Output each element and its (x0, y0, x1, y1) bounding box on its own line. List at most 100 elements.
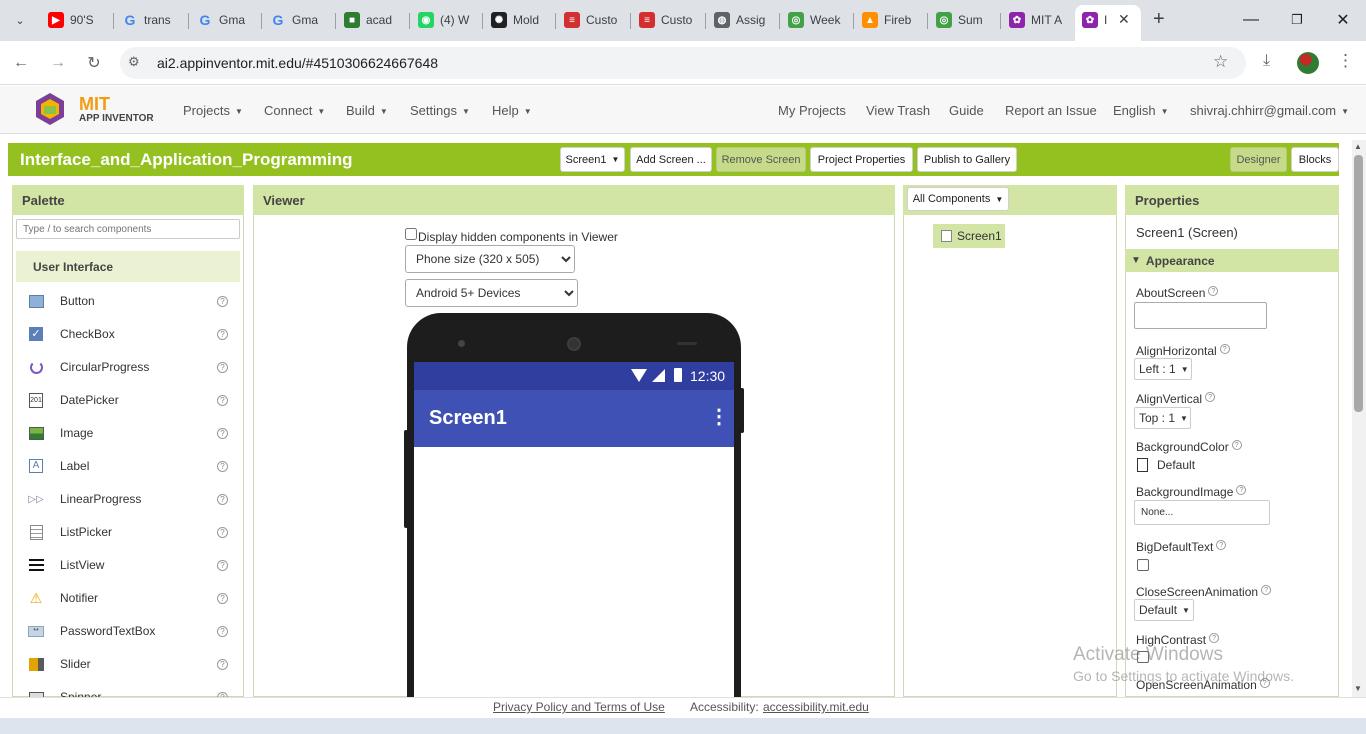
help-icon[interactable]: ? (1236, 485, 1247, 495)
close-screen-animation-label: CloseScreenAnimation? (1136, 585, 1272, 599)
palette-item-button[interactable]: Button? (28, 290, 228, 312)
appearance-section-header[interactable]: ▼ Appearance (1125, 249, 1339, 272)
prop-label-text: CloseScreenAnimation (1136, 585, 1259, 599)
help-icon[interactable]: ? (217, 328, 228, 340)
palette-item-label: CircularProgress (60, 360, 150, 374)
wifi-icon (631, 369, 647, 382)
password-textbox-icon: ** (28, 623, 44, 639)
accessibility-link[interactable]: accessibility.mit.edu (763, 700, 869, 714)
display-hidden-checkbox[interactable] (405, 228, 417, 240)
palette-item-circularprogress[interactable]: CircularProgress? (28, 356, 228, 378)
help-icon[interactable]: ? (217, 592, 228, 604)
caret-down-icon: ▼ (1180, 413, 1188, 423)
help-icon[interactable]: ? (217, 295, 228, 307)
datepicker-icon: 201 (28, 392, 44, 408)
align-vertical-dropdown[interactable]: Top : 1 ▼ (1134, 407, 1191, 429)
palette-item-label: PasswordTextBox (60, 624, 156, 638)
palette-item-datepicker[interactable]: 201 DatePicker? (28, 389, 228, 411)
collapse-triangle-icon: ▼ (1131, 255, 1141, 266)
help-icon[interactable]: ? (1219, 344, 1230, 354)
align-horizontal-label: AlignHorizontal? (1136, 344, 1230, 358)
palette-item-label: Label (60, 459, 90, 473)
help-icon[interactable]: ? (217, 427, 228, 439)
palette-item-image[interactable]: Image? (28, 422, 228, 444)
signal-icon (652, 369, 665, 382)
page-scrollbar-thumb[interactable] (1354, 155, 1363, 412)
palette-item-checkbox[interactable]: ✓ CheckBox? (28, 323, 228, 345)
background-color-swatch[interactable] (1137, 458, 1148, 472)
phone-screen-title: Screen1 (429, 407, 507, 429)
help-icon[interactable]: ? (1208, 286, 1219, 296)
help-icon[interactable]: ? (1216, 540, 1227, 550)
appinventor-icon: ✿ (1082, 12, 1098, 28)
label-icon: A (28, 458, 44, 474)
phone-speaker-icon (567, 337, 581, 351)
big-default-text-checkbox[interactable] (1137, 559, 1149, 571)
palette-item-label: ListPicker (60, 525, 113, 539)
tab-title: I (1104, 13, 1108, 27)
checkbox-icon: ✓ (28, 326, 44, 342)
help-icon[interactable]: ? (217, 526, 228, 538)
phone-status-bar (414, 362, 734, 390)
listview-icon (28, 557, 44, 573)
palette-item-label: Spinner (60, 690, 102, 697)
help-icon[interactable]: ? (217, 625, 228, 637)
big-default-text-label: BigDefaultText? (1136, 540, 1227, 554)
help-icon[interactable]: ? (217, 460, 228, 472)
palette-item-listpicker[interactable]: ListPicker? (28, 521, 228, 543)
battery-icon (674, 368, 682, 382)
scroll-up-arrow-icon[interactable]: ▲ (1354, 142, 1362, 151)
palette-item-notifier[interactable]: ⚠ Notifier? (28, 587, 228, 609)
prop-label-text: AlignHorizontal (1136, 344, 1217, 358)
help-icon[interactable]: ? (1231, 440, 1242, 450)
align-horizontal-dropdown[interactable]: Left : 1 ▼ (1134, 358, 1192, 380)
dropdown-label: All Components (912, 193, 991, 205)
privacy-policy-link[interactable]: Privacy Policy and Terms of Use (493, 700, 665, 714)
caret-down-icon: ▼ (1180, 364, 1189, 374)
palette-item-spinner[interactable]: Spinner? (28, 686, 228, 697)
background-color-value[interactable]: Default (1157, 458, 1195, 472)
component-tree-label: Screen1 (957, 229, 1002, 243)
help-icon[interactable]: ? (217, 493, 228, 505)
phone-clock: 12:30 (690, 368, 726, 384)
palette-item-label[interactable]: A Label? (28, 455, 228, 477)
about-screen-textarea[interactable] (1134, 302, 1267, 329)
palette-item-slider[interactable]: Slider? (28, 653, 228, 675)
palette-item-label: LinearProgress (60, 492, 142, 506)
components-panel (903, 185, 1117, 697)
help-icon[interactable]: ? (1205, 392, 1216, 402)
background-color-label: BackgroundColor? (1136, 440, 1242, 454)
help-icon[interactable]: ? (1261, 585, 1272, 595)
notifier-icon: ⚠ (29, 589, 43, 606)
palette-item-passwordtextbox[interactable]: ** PasswordTextBox? (28, 620, 228, 642)
phone-size-select[interactable]: Phone size (320 x 505) (405, 245, 575, 273)
align-vertical-label: AlignVertical? (1136, 392, 1216, 406)
palette-item-listview[interactable]: ListView? (28, 554, 228, 576)
accessibility-label: Accessibility: (690, 700, 759, 714)
screen-icon (941, 230, 952, 242)
component-tree-screen1[interactable]: Screen1 (933, 224, 1005, 248)
background-image-label: BackgroundImage? (1136, 485, 1247, 499)
browser-tab[interactable]: ✿ I (1082, 9, 1110, 31)
help-icon[interactable]: ? (217, 559, 228, 571)
help-icon[interactable]: ? (217, 361, 228, 373)
display-hidden-label: Display hidden components in Viewer (418, 230, 618, 244)
dropdown-value: Top : 1 (1139, 411, 1176, 425)
picker-value: None... (1141, 507, 1174, 518)
page-footer (0, 697, 1366, 718)
dropdown-value: Default (1139, 603, 1178, 617)
caret-down-icon: ▼ (995, 194, 1004, 204)
help-icon[interactable]: ? (1209, 633, 1220, 643)
listpicker-icon (28, 524, 44, 540)
phone-camera-icon (458, 340, 465, 347)
spinner-icon (28, 689, 44, 697)
background-image-picker[interactable]: None... (1134, 500, 1270, 525)
close-screen-animation-dropdown[interactable]: Default ▼ (1134, 599, 1194, 621)
device-select[interactable]: Android 5+ Devices (405, 279, 578, 307)
scroll-down-arrow-icon[interactable]: ▼ (1354, 684, 1362, 693)
palette-item-linearprogress[interactable]: ▷▷ LinearProgress? (28, 488, 228, 510)
palette-item-label: Button (60, 294, 95, 308)
all-components-dropdown[interactable]: All Components ▼ (907, 187, 1009, 211)
help-icon[interactable]: ? (217, 394, 228, 406)
help-icon[interactable]: ? (217, 658, 228, 670)
